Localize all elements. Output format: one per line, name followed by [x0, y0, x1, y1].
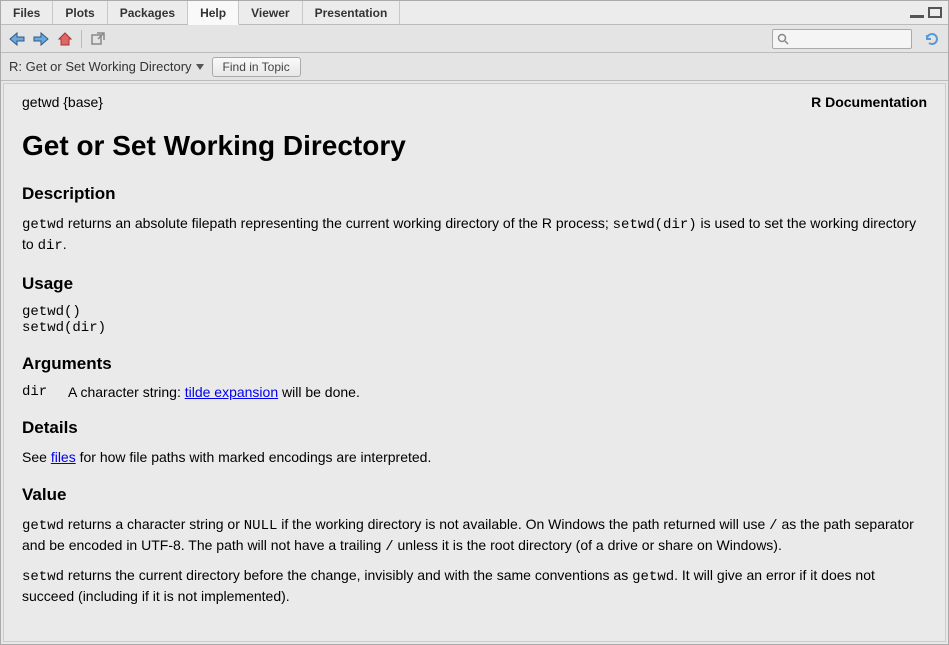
search-icon	[777, 33, 789, 45]
heading-arguments: Arguments	[22, 354, 927, 374]
home-button[interactable]	[55, 29, 75, 49]
link-tilde-expansion[interactable]: tilde expansion	[185, 384, 278, 400]
usage-code: getwd() setwd(dir)	[22, 304, 927, 336]
heading-details: Details	[22, 418, 927, 438]
help-toolbar	[1, 25, 948, 53]
breadcrumb-label: R: Get or Set Working Directory	[9, 59, 192, 74]
value-paragraph-2: setwd returns the current directory befo…	[22, 566, 927, 606]
tab-packages[interactable]: Packages	[108, 1, 188, 24]
maximize-pane-icon[interactable]	[928, 7, 942, 18]
argument-description: A character string: tilde expansion will…	[68, 384, 360, 400]
heading-usage: Usage	[22, 274, 927, 294]
chevron-down-icon	[196, 64, 204, 70]
heading-description: Description	[22, 184, 927, 204]
show-in-new-window-button[interactable]	[88, 29, 108, 49]
refresh-button[interactable]	[922, 29, 942, 49]
page-title: Get or Set Working Directory	[22, 130, 927, 162]
toolbar-divider	[81, 30, 82, 48]
value-paragraph-1: getwd returns a character string or NULL…	[22, 515, 927, 557]
argument-row: dir A character string: tilde expansion …	[22, 384, 927, 400]
argument-name: dir	[22, 384, 52, 400]
topic-signature: getwd {base}	[22, 94, 103, 110]
link-files[interactable]: files	[51, 449, 76, 465]
help-search-input[interactable]	[789, 31, 907, 47]
help-breadcrumb-bar: R: Get or Set Working Directory Find in …	[1, 53, 948, 81]
help-topic-breadcrumb[interactable]: R: Get or Set Working Directory	[9, 59, 204, 74]
heading-value: Value	[22, 485, 927, 505]
find-in-topic-button[interactable]: Find in Topic	[212, 57, 301, 77]
tab-help[interactable]: Help	[188, 1, 239, 25]
help-search-box[interactable]	[772, 29, 912, 49]
tab-presentation[interactable]: Presentation	[303, 1, 401, 24]
tab-plots[interactable]: Plots	[53, 1, 107, 24]
help-document: getwd {base} R Documentation Get or Set …	[4, 84, 945, 642]
tab-viewer[interactable]: Viewer	[239, 1, 302, 24]
pane-tabbar: Files Plots Packages Help Viewer Present…	[1, 1, 948, 25]
tab-files[interactable]: Files	[1, 1, 53, 24]
description-paragraph: getwd returns an absolute filepath repre…	[22, 214, 927, 256]
back-button[interactable]	[7, 29, 27, 49]
r-documentation-label: R Documentation	[811, 94, 927, 110]
help-content-scroll[interactable]: getwd {base} R Documentation Get or Set …	[3, 83, 946, 642]
forward-button[interactable]	[31, 29, 51, 49]
minimize-pane-icon[interactable]	[910, 7, 924, 18]
details-paragraph: See files for how file paths with marked…	[22, 448, 927, 467]
